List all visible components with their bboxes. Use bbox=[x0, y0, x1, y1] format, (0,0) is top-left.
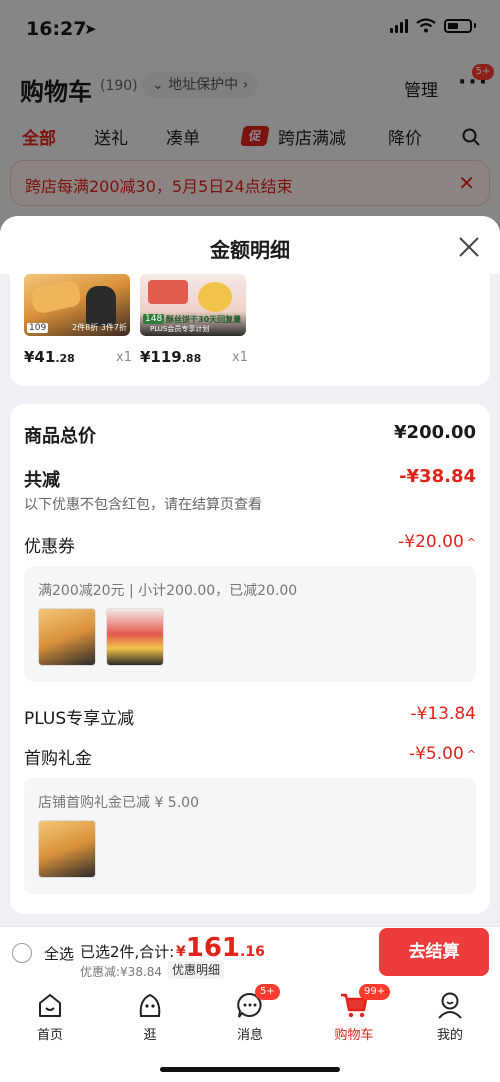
product-quantity: x1 bbox=[116, 350, 132, 365]
discount-detail-button[interactable]: 优惠明细 bbox=[168, 961, 225, 979]
product-item[interactable]: 148 酥丝饼干30天回复量 PLUS会员专享计划 ¥119.88 x1 bbox=[140, 274, 248, 366]
reduction-value: -¥38.84 bbox=[399, 466, 476, 487]
bottom-tab-bar: 首页 逛 5+ 消息 99+ 购物车 我的 bbox=[0, 982, 500, 1082]
select-all-label[interactable]: 全选 bbox=[44, 943, 74, 964]
plus-discount-label: PLUS专享立减 bbox=[24, 709, 135, 729]
home-icon bbox=[35, 990, 65, 1020]
checkout-button[interactable]: 去结算 bbox=[379, 928, 489, 976]
dim-overlay[interactable] bbox=[0, 0, 500, 240]
sheet-header: 金额明细 bbox=[0, 216, 500, 274]
cart-icon: 99+ bbox=[339, 984, 391, 1020]
product-thumbnail: 109 2件8折 3件7折 bbox=[24, 274, 130, 336]
selected-summary: 已选2件,合计: bbox=[80, 943, 175, 961]
product-quantity: x1 bbox=[232, 350, 248, 365]
product-item[interactable]: 109 2件8折 3件7折 ¥41.28 x1 bbox=[24, 274, 132, 366]
coupon-label: 优惠券 bbox=[24, 537, 75, 557]
close-icon[interactable] bbox=[456, 234, 482, 260]
select-all-checkbox[interactable] bbox=[12, 943, 32, 963]
discount-summary: 优惠减:¥38.84 bbox=[80, 965, 163, 979]
chevron-up-icon: ^ bbox=[466, 747, 476, 761]
plus-discount-value: -¥13.84 bbox=[410, 704, 476, 724]
first-purchase-label: 首购礼金 bbox=[24, 749, 92, 769]
tab-cart[interactable]: 99+ 购物车 bbox=[314, 984, 394, 1043]
tab-browse[interactable]: 逛 bbox=[110, 990, 190, 1043]
cart-badge: 99+ bbox=[359, 984, 391, 1000]
coupon-value: -¥20.00 ^ bbox=[398, 532, 476, 552]
chevron-up-icon: ^ bbox=[466, 535, 476, 549]
product-thumbnail: 148 酥丝饼干30天回复量 PLUS会员专享计划 bbox=[140, 274, 246, 336]
first-purchase-value: -¥5.00 ^ bbox=[408, 744, 476, 764]
total-value: ¥200.00 bbox=[394, 422, 476, 443]
reduction-note: 以下优惠不包含红包，请在结算页查看 bbox=[24, 497, 262, 513]
first-purchase-detail-box: 店铺首购礼金已减 ¥ 5.00 bbox=[24, 778, 476, 894]
product-price: ¥41.28 bbox=[24, 348, 75, 366]
checkout-bar: 全选 已选2件,合计: ¥161.16 优惠减:¥38.84 优惠明细 去结算 bbox=[0, 926, 500, 982]
tab-messages[interactable]: 5+ 消息 bbox=[210, 984, 290, 1043]
coupon-detail-box: 满200减20元 | 小计200.00，已减20.00 bbox=[24, 566, 476, 682]
message-badge: 5+ bbox=[255, 984, 280, 1000]
amount-detail-sheet: 金额明细 109 2件8折 3件7折 ¥41.28 x1 148 酥丝饼干30天… bbox=[0, 216, 500, 926]
product-list-card: 109 2件8折 3件7折 ¥41.28 x1 148 酥丝饼干30天回复量 P… bbox=[10, 274, 490, 386]
total-amount: ¥161.16 bbox=[176, 933, 265, 963]
message-icon: 5+ bbox=[235, 984, 280, 1020]
product-thumbnail bbox=[106, 608, 164, 666]
home-indicator bbox=[160, 1067, 340, 1072]
browse-icon bbox=[135, 990, 165, 1020]
first-purchase-detail-text: 店铺首购礼金已减 ¥ 5.00 bbox=[38, 795, 199, 811]
reduction-label: 共减 bbox=[24, 470, 60, 491]
profile-icon bbox=[435, 990, 465, 1020]
amount-breakdown-card: 商品总价 ¥200.00 共减 -¥38.84 以下优惠不包含红包，请在结算页查… bbox=[10, 404, 490, 914]
tab-profile[interactable]: 我的 bbox=[410, 990, 490, 1043]
product-thumbnail bbox=[38, 820, 96, 878]
tab-home[interactable]: 首页 bbox=[10, 990, 90, 1043]
product-thumbnail bbox=[38, 608, 96, 666]
coupon-detail-text: 满200减20元 | 小计200.00，已减20.00 bbox=[38, 583, 298, 599]
product-price: ¥119.88 bbox=[140, 348, 202, 366]
total-label: 商品总价 bbox=[24, 426, 96, 447]
sheet-title: 金额明细 bbox=[210, 238, 290, 262]
